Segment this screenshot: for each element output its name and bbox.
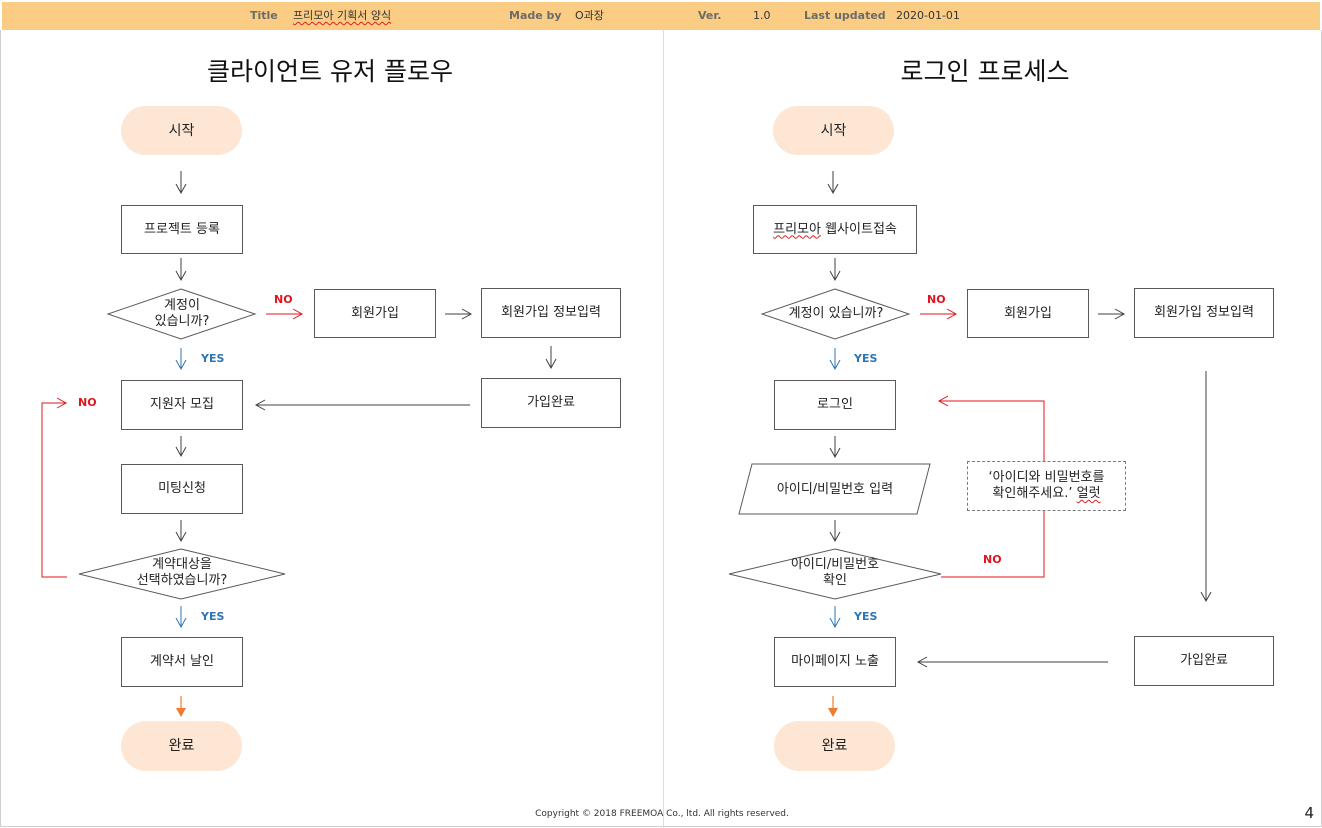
left-decision-contract-text: 계약대상을 선택하였습니까? [136,557,228,588]
right-flow-title: 로그인 프로세스 [900,57,1070,86]
left-recruit-node: 지원자 모집 [121,380,243,430]
left-signup-node: 회원가입 [314,289,436,338]
copyright-text: Copyright © 2018 FREEMOA Co., ltd. All r… [535,809,789,819]
left-no-label-account: NO [274,293,293,306]
left-flow-title: 클라이언트 유저 플로우 [207,57,453,86]
right-visit-site-node: 프리모아 웹사이트접속 [753,205,917,254]
right-input-text: 아이디/비밀번호 입력 [776,482,894,497]
right-yes-label-account: YES [854,352,878,365]
left-end-node: 완료 [121,721,242,771]
left-signup-done-node: 가입완료 [481,378,621,428]
left-yes-label-account: YES [201,352,225,365]
right-decision-verify-text: 아이디/비밀번호 확인 [790,557,880,588]
right-signup-done-node: 가입완료 [1134,636,1274,686]
page-number: 4 [1304,804,1314,822]
left-yes-label-contract: YES [201,610,225,623]
right-end-node: 완료 [774,721,895,771]
right-yes-label-verify: YES [854,610,878,623]
right-signup-info-node: 회원가입 정보입력 [1134,288,1274,338]
left-decision-account-text: 계정이 있습니까? [154,298,210,329]
right-visit-site-brand: 프리모아 [773,221,821,237]
right-no-label-account: NO [927,293,946,306]
right-no-label-verify: NO [983,553,1002,566]
left-signup-info-node: 회원가입 정보입력 [481,288,621,338]
right-decision-account-text: 계정이 있습니까? [788,306,884,321]
right-alert-note: ‘아이디와 비밀번호를 확인해주세요.’ 얼럿 [967,461,1126,511]
right-mypage-node: 마이페이지 노출 [774,637,896,687]
right-start-node: 시작 [773,106,894,155]
right-visit-site-rest: 웹사이트접속 [820,221,897,237]
left-meeting-node: 미팅신청 [121,464,243,514]
left-start-node: 시작 [121,106,242,155]
left-no-label-contract: NO [78,396,97,409]
left-register-project-node: 프로젝트 등록 [121,205,243,254]
left-arrow-no-loop-to-recruit [41,397,68,578]
left-contract-node: 계약서 날인 [121,637,243,687]
right-signup-node: 회원가입 [967,289,1089,338]
right-login-node: 로그인 [774,380,896,430]
